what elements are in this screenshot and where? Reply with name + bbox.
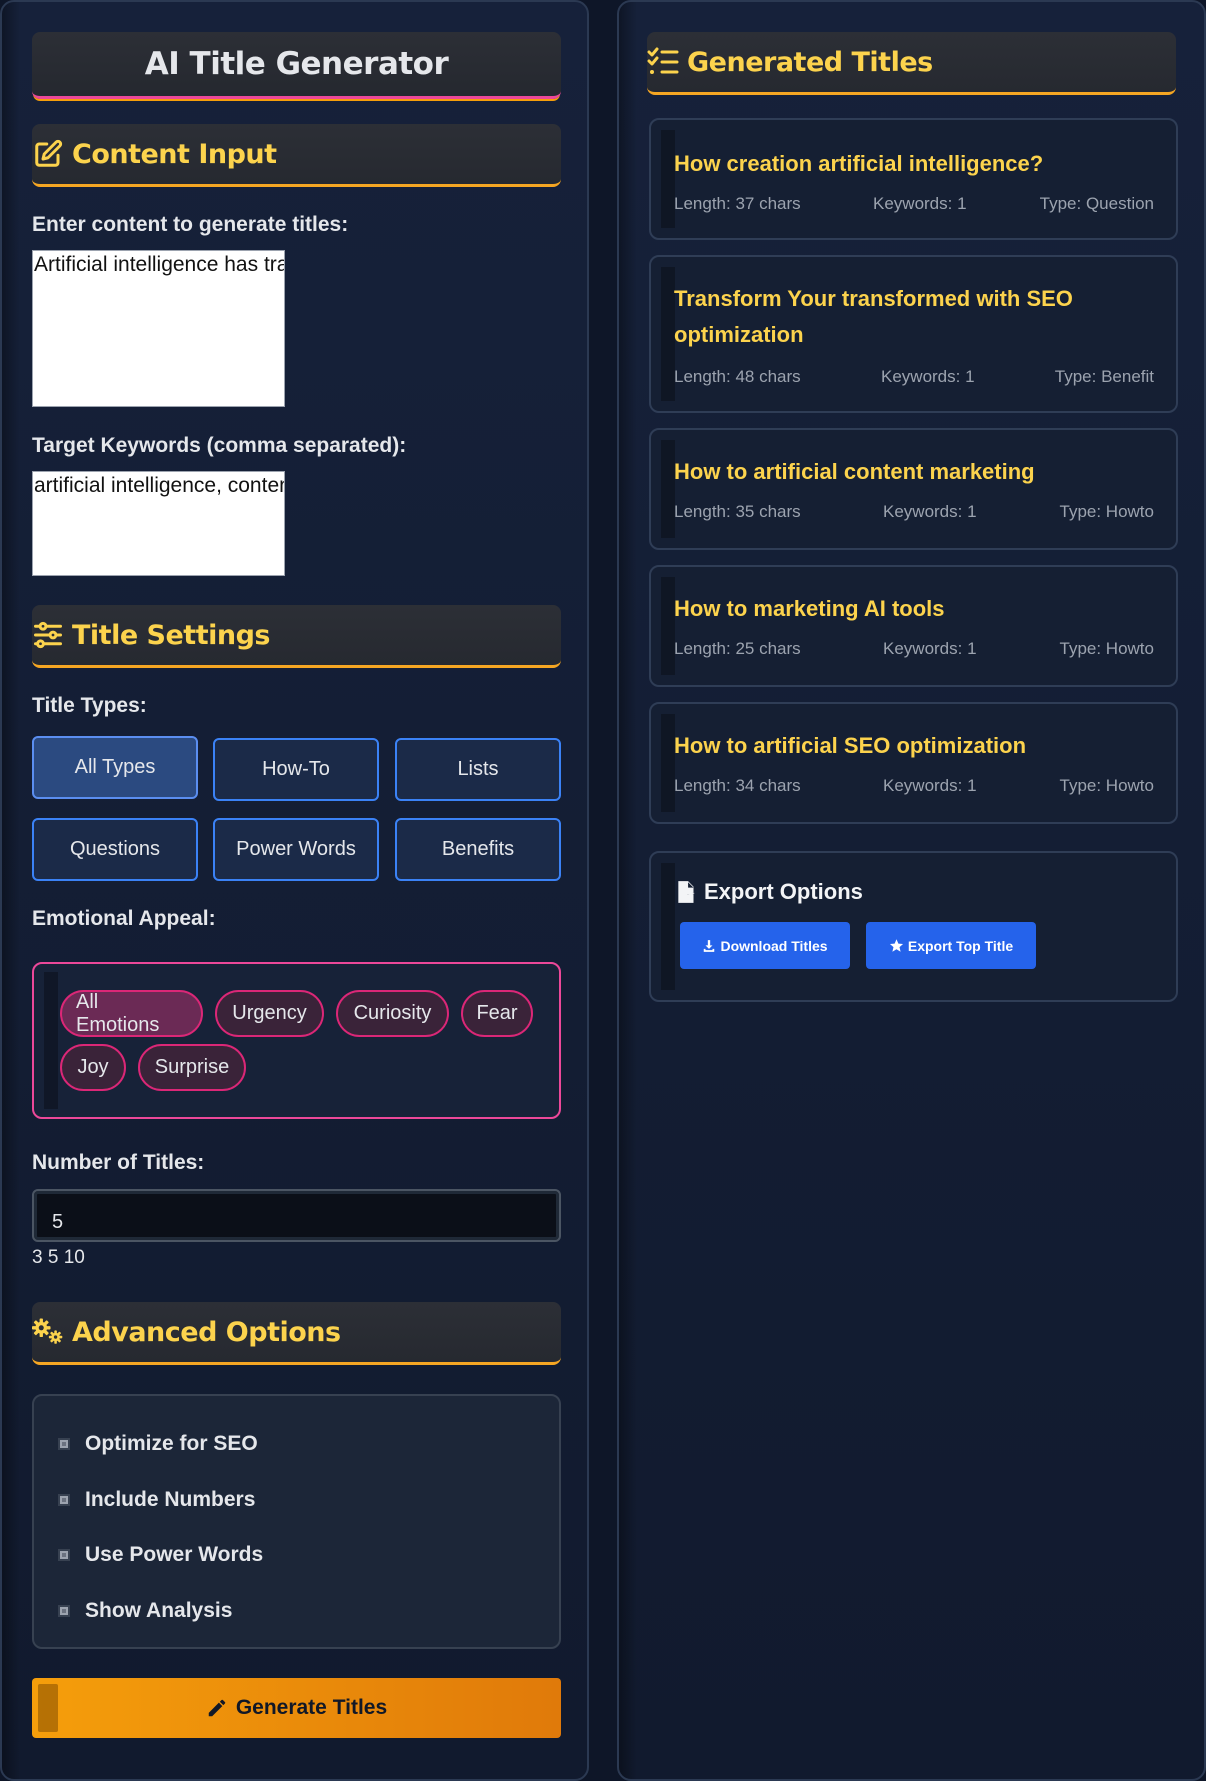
list-check-icon [647, 46, 679, 78]
result-card: Transform Your transformed with SEO opti… [649, 255, 1178, 413]
export-top-title-button[interactable]: Export Top Title [866, 922, 1036, 969]
type-button-power-words[interactable]: Power Words [213, 818, 379, 881]
result-card: How creation artificial intelligence? Le… [649, 118, 1178, 240]
generated-titles-header: Generated Titles [647, 32, 1176, 95]
result-keywords: Keywords: 1 [883, 776, 977, 795]
result-type: Type: Benefit [1054, 367, 1154, 386]
result-title[interactable]: How to marketing AI tools [674, 591, 1144, 627]
result-length: Length: 37 chars [674, 194, 801, 213]
result-title[interactable]: Transform Your transformed with SEO opti… [674, 281, 1144, 353]
title-settings-title: Title Settings [72, 619, 271, 651]
export-options-box: Export Options Download Titles Export To… [649, 851, 1178, 1002]
sliders-icon [32, 619, 64, 651]
result-length: Length: 25 chars [674, 639, 801, 658]
emotion-chip-urgency[interactable]: Urgency [215, 990, 324, 1037]
right-panel: Generated Titles How creation artificial… [617, 0, 1206, 1781]
result-length: Length: 35 chars [674, 502, 801, 521]
number-of-titles-options: 3 5 10 [32, 1247, 85, 1268]
gears-icon [32, 1316, 64, 1348]
export-options-title: Export Options [704, 879, 863, 904]
advanced-options-header: Advanced Options [32, 1302, 561, 1365]
file-export-icon [674, 879, 700, 905]
content-label: Enter content to generate titles: [32, 213, 349, 236]
number-of-titles-input[interactable]: 5 [32, 1189, 561, 1242]
option-optimize-seo[interactable]: Optimize for SEO [58, 1432, 258, 1456]
option-label: Use Power Words [85, 1543, 264, 1566]
option-label: Include Numbers [85, 1488, 256, 1511]
emotion-chip-fear[interactable]: Fear [461, 990, 533, 1037]
option-label: Show Analysis [85, 1599, 233, 1622]
type-button-all-types[interactable]: All Types [32, 736, 198, 799]
option-use-power-words[interactable]: Use Power Words [58, 1543, 263, 1567]
generate-titles-button[interactable]: Generate Titles [32, 1678, 561, 1738]
advanced-options-list: Optimize for SEO Include Numbers Use Pow… [32, 1394, 561, 1649]
result-card: How to artificial content marketing Leng… [649, 428, 1178, 550]
checkbox[interactable] [58, 1605, 70, 1617]
result-card: How to marketing AI tools Length: 25 cha… [649, 565, 1178, 687]
checkbox[interactable] [58, 1438, 70, 1450]
option-show-analysis[interactable]: Show Analysis [58, 1599, 232, 1623]
keywords-textarea[interactable]: artificial intelligence, content marketi… [32, 471, 285, 576]
generated-titles-title: Generated Titles [687, 46, 933, 78]
generate-titles-label: Generate Titles [235, 1696, 388, 1719]
result-length: Length: 34 chars [674, 776, 801, 795]
export-top-title-label: Export Top Title [907, 937, 1014, 954]
result-keywords: Keywords: 1 [881, 367, 975, 386]
type-button-lists[interactable]: Lists [395, 738, 561, 801]
result-title[interactable]: How to artificial SEO optimization [674, 728, 1144, 764]
emotion-chip-surprise[interactable]: Surprise [138, 1044, 246, 1091]
download-titles-button[interactable]: Download Titles [680, 922, 850, 969]
export-options-header: Export Options [674, 879, 863, 905]
result-type: Type: Question [1039, 194, 1154, 213]
type-button-questions[interactable]: Questions [32, 818, 198, 881]
checkbox[interactable] [58, 1549, 70, 1561]
result-type: Type: Howto [1059, 639, 1155, 658]
result-length: Length: 48 chars [674, 367, 801, 386]
left-panel: AI Title Generator Content Input Enter c… [0, 0, 589, 1781]
download-icon [702, 939, 716, 953]
result-keywords: Keywords: 1 [883, 639, 977, 658]
result-keywords: Keywords: 1 [883, 502, 977, 521]
app-title: AI Title Generator [32, 32, 561, 99]
emotion-chip-all-emotions[interactable]: All Emotions [60, 990, 203, 1037]
emotion-chip-curiosity[interactable]: Curiosity [336, 990, 449, 1037]
option-label: Optimize for SEO [85, 1432, 258, 1455]
result-keywords: Keywords: 1 [873, 194, 967, 213]
advanced-options-title: Advanced Options [72, 1316, 341, 1348]
type-button-how-to[interactable]: How-To [213, 738, 379, 801]
title-settings-header: Title Settings [32, 605, 561, 668]
number-of-titles-label: Number of Titles: [32, 1151, 205, 1174]
option-include-numbers[interactable]: Include Numbers [58, 1488, 255, 1512]
result-type: Type: Howto [1059, 502, 1155, 521]
title-types-label: Title Types: [32, 694, 147, 717]
pencil-icon [206, 1697, 228, 1719]
edit-icon [32, 138, 64, 170]
content-textarea[interactable]: Artificial intelligence has transformed … [32, 250, 285, 407]
star-icon [889, 938, 904, 953]
download-titles-label: Download Titles [720, 937, 828, 954]
keywords-label: Target Keywords (comma separated): [32, 434, 407, 457]
result-type: Type: Howto [1059, 776, 1155, 795]
content-input-title: Content Input [72, 138, 277, 170]
checkbox[interactable] [58, 1494, 70, 1506]
result-title[interactable]: How to artificial content marketing [674, 454, 1144, 490]
result-card: How to artificial SEO optimization Lengt… [649, 702, 1178, 824]
result-title[interactable]: How creation artificial intelligence? [674, 146, 1144, 182]
type-button-benefits[interactable]: Benefits [395, 818, 561, 881]
content-input-header: Content Input [32, 124, 561, 187]
emotion-chip-group: All Emotions Urgency Curiosity Fear Joy … [32, 962, 561, 1119]
emotional-appeal-label: Emotional Appeal: [32, 907, 216, 930]
emotion-chip-joy[interactable]: Joy [60, 1044, 126, 1091]
